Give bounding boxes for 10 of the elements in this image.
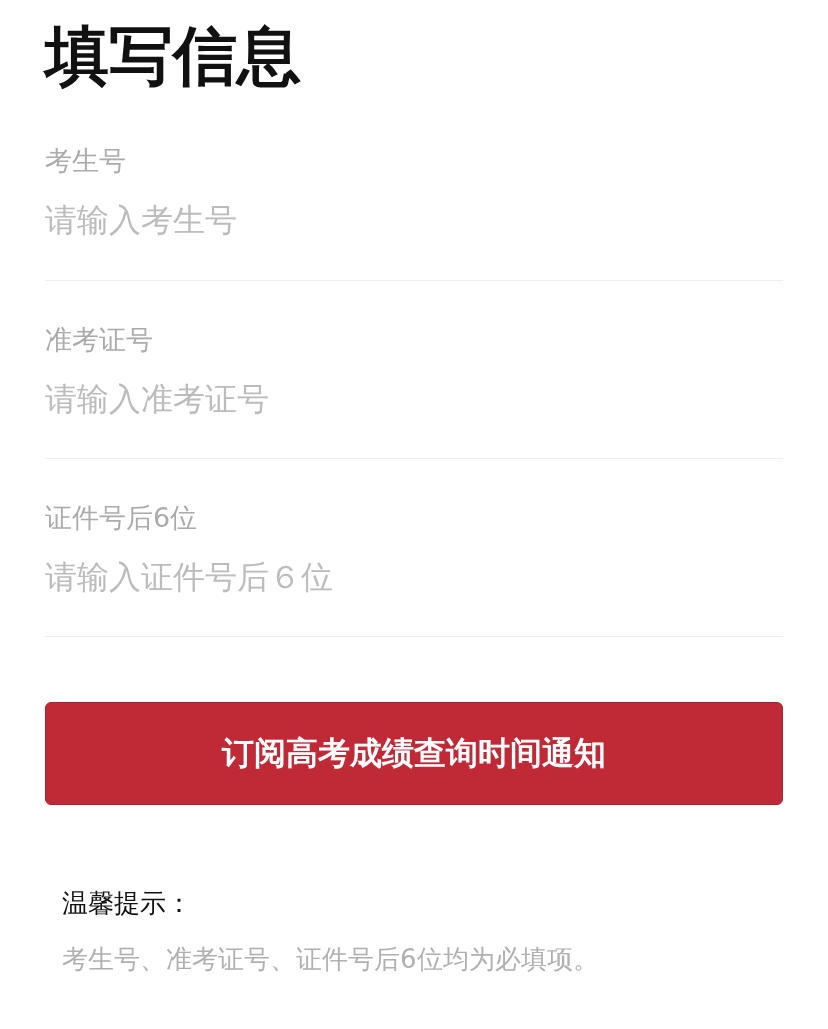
subscribe-button[interactable]: 订阅高考成绩查询时间通知 <box>45 702 783 805</box>
tips-title: 温馨提示： <box>62 887 193 920</box>
input-field[interactable]: 请输入准考证号 <box>45 377 783 421</box>
field-label: 考生号 <box>45 144 127 178</box>
field-label: 准考证号 <box>45 323 154 357</box>
page-title: 填写信息 <box>45 18 302 94</box>
field-label: 证件号后6位 <box>45 501 199 535</box>
input-field[interactable]: 请输入证件号后６位 <box>45 555 783 599</box>
input-field[interactable]: 请输入考生号 <box>45 198 783 242</box>
tips-text: 考生号、准考证号、证件号后6位均为必填项。 <box>62 943 600 976</box>
